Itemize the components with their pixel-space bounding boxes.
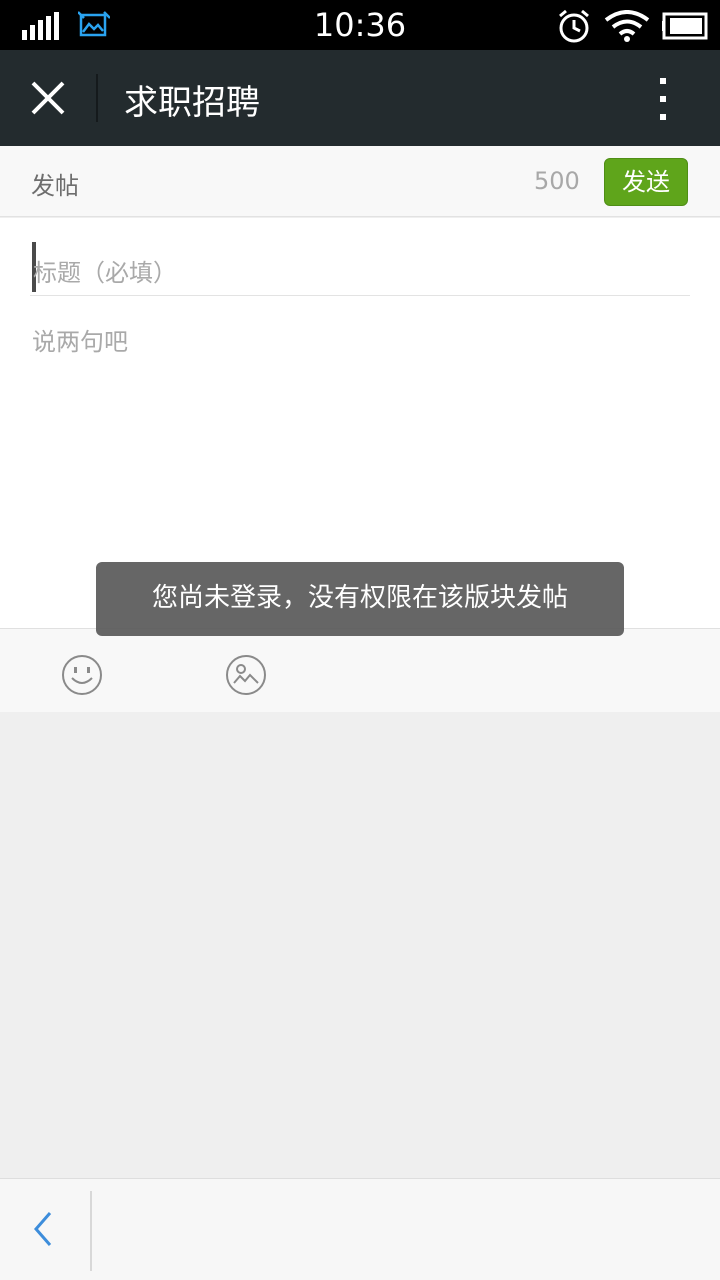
title-input[interactable]: 标题（必填） [30, 240, 690, 296]
battery-icon [662, 12, 708, 40]
bottom-divider [90, 1191, 92, 1271]
status-bar: 10:36 [0, 0, 720, 50]
page-title: 求职招聘 [124, 83, 260, 123]
char-count: 500 [534, 167, 580, 195]
editor-toolbar [0, 628, 720, 712]
empty-panel [0, 712, 720, 1178]
more-vertical-icon[interactable] [640, 74, 688, 126]
chevron-left-icon[interactable] [24, 1203, 64, 1255]
emoji-icon[interactable] [60, 653, 104, 697]
title-placeholder: 标题（必填） [33, 259, 177, 287]
body-input[interactable]: 说两句吧 [32, 322, 128, 357]
compose-label: 发帖 [31, 172, 79, 200]
compose-bar: 发帖 500 发送 [0, 146, 720, 217]
header-divider [96, 74, 98, 122]
image-icon[interactable] [224, 653, 268, 697]
login-required-toast: 您尚未登录，没有权限在该版块发帖 [96, 562, 624, 636]
page: 10:36 求职招聘 发帖 500 发送 标题（必填） 说两句吧 您尚未登录，没… [0, 0, 720, 1280]
close-icon[interactable] [20, 70, 76, 126]
wifi-icon [604, 10, 650, 42]
alarm-icon [559, 9, 589, 43]
send-button[interactable]: 发送 [604, 158, 688, 206]
bottom-nav [0, 1178, 720, 1280]
app-header: 求职招聘 [0, 50, 720, 146]
